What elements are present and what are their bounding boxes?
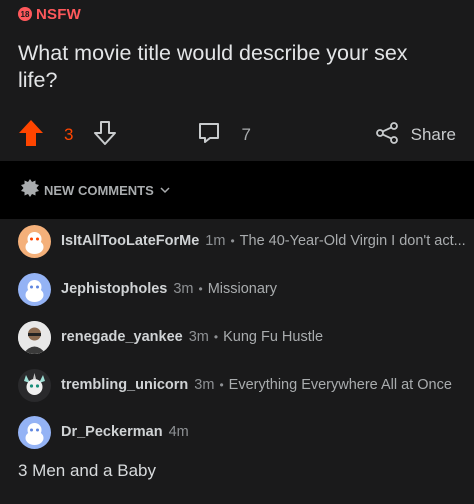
post-actions-bar: 3 7 Share — [18, 119, 456, 152]
comment-preview: Missionary — [207, 281, 278, 297]
comment-body: 3 Men and a Baby — [18, 461, 156, 480]
nsfw-tag: 18 NSFW — [18, 0, 456, 24]
comment-sort-bar[interactable]: NEW COMMENTS — [0, 161, 474, 219]
gear-burst-icon — [20, 178, 40, 203]
comment-header: Dr_Peckerman 4m — [18, 411, 456, 449]
upvote-arrow-icon[interactable] — [18, 119, 44, 152]
vote-count: 3 — [64, 125, 74, 144]
avatar — [18, 415, 51, 449]
bullet-separator: • — [230, 234, 235, 248]
comment-username[interactable]: trembling_unicorn — [61, 377, 188, 393]
downvote-arrow-icon[interactable] — [93, 120, 117, 151]
bullet-separator: • — [219, 378, 224, 392]
nsfw-18-icon: 18 — [18, 7, 32, 21]
bullet-separator: • — [213, 330, 219, 344]
avatar — [18, 368, 51, 402]
comment-preview: The 40-Year-Old Virgin I don't act... — [239, 233, 466, 249]
post-header: 18 NSFW What movie title would describe … — [0, 0, 474, 161]
collapsed-comment[interactable]: trembling_unicorn 3m • Everything Everyw… — [0, 363, 474, 407]
avatar — [18, 320, 51, 354]
nsfw-label: NSFW — [36, 5, 81, 23]
comment-preview: Kung Fu Hustle — [223, 329, 324, 345]
collapsed-comment[interactable]: renegade_yankee 3m • Kung Fu Hustle — [0, 315, 474, 359]
comment-username[interactable]: renegade_yankee — [61, 329, 183, 345]
comment-age: 4m — [168, 424, 189, 440]
chevron-down-icon — [160, 181, 170, 199]
collapsed-comment[interactable]: Jephistopholes 3m • Missionary — [0, 267, 474, 311]
comment-bubble-icon — [197, 121, 221, 150]
comment-username[interactable]: IsItAllTooLateForMe — [61, 233, 199, 249]
collapsed-comment[interactable]: IsItAllTooLateForMe 1m • The 40-Year-Old… — [0, 219, 474, 263]
comment-username[interactable]: Jephistopholes — [61, 281, 167, 297]
sort-label: NEW COMMENTS — [44, 182, 154, 198]
share-icon — [375, 121, 399, 150]
vote-controls: 3 — [18, 119, 117, 152]
comments-button[interactable]: 7 — [197, 121, 251, 150]
comment-age: 1m — [205, 233, 226, 249]
expanded-comment[interactable]: Dr_Peckerman 4m 3 Men and a Baby — [0, 411, 474, 495]
comment-age: 3m — [173, 281, 194, 297]
post-title: What movie title would describe your sex… — [18, 41, 408, 92]
comment-username[interactable]: Dr_Peckerman — [61, 424, 163, 440]
comment-age: 3m — [194, 377, 215, 393]
avatar — [18, 272, 51, 306]
share-button[interactable]: Share — [375, 121, 456, 150]
comment-preview: Everything Everywhere All at Once — [228, 377, 452, 393]
share-label: Share — [410, 125, 456, 144]
bullet-separator: • — [198, 282, 203, 296]
comment-age: 3m — [188, 329, 209, 345]
avatar — [18, 224, 51, 258]
comment-count: 7 — [241, 125, 251, 144]
